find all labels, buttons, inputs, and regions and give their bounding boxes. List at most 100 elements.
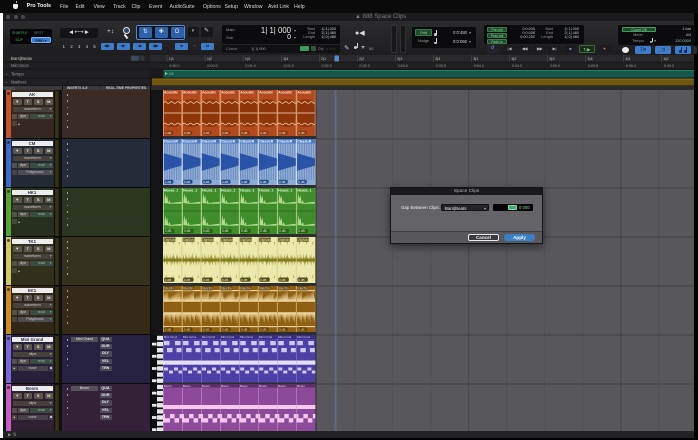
svg-text:0 dB: 0 dB <box>165 229 172 233</box>
svg-text:0 dB: 0 dB <box>298 131 304 135</box>
svg-text:ClassicR: ClassicR <box>202 140 217 144</box>
svg-text:ClassicR: ClassicR <box>298 140 313 144</box>
svg-text:Mini Grnd: Mini Grnd <box>278 335 291 339</box>
svg-text:Acoustic: Acoustic <box>202 91 216 95</box>
svg-text:0 dB: 0 dB <box>222 229 229 233</box>
svg-text:Acoustic: Acoustic <box>183 91 197 95</box>
svg-text:0 dB: 0 dB <box>165 131 171 135</box>
svg-text:0:00.0: 0:00.0 <box>169 64 179 68</box>
svg-text:0 dB: 0 dB <box>165 278 171 282</box>
svg-text:1|4: 1|4 <box>283 57 288 61</box>
svg-text:Electro_: Electro_ <box>298 287 310 291</box>
svg-text:2|4: 2|4 <box>435 57 440 61</box>
svg-text:0:02.0: 0:02.0 <box>322 64 332 68</box>
svg-text:0 dB: 0 dB <box>203 180 209 184</box>
svg-text:1|2: 1|2 <box>207 57 212 61</box>
svg-text:Acoustic: Acoustic <box>221 91 235 95</box>
svg-text:Acoustic: Acoustic <box>260 91 274 95</box>
svg-text:Acoustic: Acoustic <box>164 91 178 95</box>
svg-text:0 dB: 0 dB <box>203 131 209 135</box>
svg-text:0 dB: 0 dB <box>222 327 228 331</box>
svg-text:0 dB: 0 dB <box>184 131 190 135</box>
svg-text:0 dB: 0 dB <box>241 278 247 282</box>
svg-text:0:04.0: 0:04.0 <box>474 64 484 68</box>
svg-text:3|4: 3|4 <box>587 57 592 61</box>
svg-text:0:01.5: 0:01.5 <box>283 64 293 68</box>
svg-text:ClassicR: ClassicR <box>279 140 294 144</box>
svg-text:0 dB: 0 dB <box>222 278 228 282</box>
svg-text:DigSolo: DigSolo <box>241 238 253 242</box>
svg-text:0 dB: 0 dB <box>298 229 305 233</box>
svg-text:Mini Grnd: Mini Grnd <box>183 335 196 339</box>
svg-text:Boom: Boom <box>278 384 286 388</box>
svg-text:0:00.5: 0:00.5 <box>207 64 217 68</box>
svg-text:Mini Grnd: Mini Grnd <box>240 335 253 339</box>
svg-text:2|2: 2|2 <box>359 57 364 61</box>
svg-text:Mini Grnd: Mini Grnd <box>164 335 177 339</box>
svg-text:Electro_: Electro_ <box>260 287 272 291</box>
svg-text:ClassicR: ClassicR <box>164 140 179 144</box>
svg-text:0 dB: 0 dB <box>279 131 285 135</box>
svg-text:House_1: House_1 <box>279 189 293 193</box>
svg-text:2|1: 2|1 <box>321 57 326 61</box>
svg-text:Electro_: Electro_ <box>222 287 234 291</box>
svg-text:0 dB: 0 dB <box>298 180 304 184</box>
svg-text:Boom: Boom <box>240 384 248 388</box>
svg-text:0 dB: 0 dB <box>241 327 247 331</box>
svg-text:DigSolo: DigSolo <box>279 238 291 242</box>
svg-text:Boom: Boom <box>164 384 172 388</box>
svg-text:Electro_: Electro_ <box>279 287 291 291</box>
svg-text:0 dB: 0 dB <box>279 327 285 331</box>
svg-text:0 dB: 0 dB <box>184 327 190 331</box>
svg-text:0 dB: 0 dB <box>260 278 266 282</box>
svg-text:Mini Grnd: Mini Grnd <box>297 335 310 339</box>
svg-text:0 dB: 0 dB <box>298 327 304 331</box>
svg-text:0 dB: 0 dB <box>298 278 304 282</box>
svg-text:ClassicR: ClassicR <box>240 140 255 144</box>
svg-text:0 dB: 0 dB <box>165 180 171 184</box>
svg-text:0 dB: 0 dB <box>241 229 248 233</box>
svg-text:1|3: 1|3 <box>245 57 250 61</box>
svg-text:Mini Grnd: Mini Grnd <box>259 335 272 339</box>
svg-text:House_1: House_1 <box>221 189 235 193</box>
svg-text:DigSolo: DigSolo <box>203 238 215 242</box>
svg-text:House_1: House_1 <box>260 189 274 193</box>
svg-text:1|1: 1|1 <box>169 57 174 61</box>
svg-text:Boom: Boom <box>297 384 305 388</box>
svg-text:Acoustic: Acoustic <box>298 91 312 95</box>
svg-text:Tempo: Tempo <box>11 72 25 77</box>
svg-text:4|2: 4|2 <box>663 57 668 61</box>
svg-text:0:05.5: 0:05.5 <box>588 64 598 68</box>
svg-text:DigSolo: DigSolo <box>298 238 310 242</box>
svg-text:4|1: 4|1 <box>625 57 630 61</box>
svg-text:0 dB: 0 dB <box>260 327 266 331</box>
svg-text:Bars|Beats: Bars|Beats <box>11 56 32 61</box>
svg-text:120: 120 <box>169 72 175 76</box>
svg-text:0 dB: 0 dB <box>260 131 266 135</box>
svg-text:House_1: House_1 <box>202 189 216 193</box>
svg-text:0 dB: 0 dB <box>184 180 190 184</box>
svg-text:0:04.5: 0:04.5 <box>512 64 522 68</box>
svg-text:ClassicR: ClassicR <box>221 140 236 144</box>
svg-text:House_1: House_1 <box>183 189 197 193</box>
svg-text:0:01.0: 0:01.0 <box>245 64 255 68</box>
svg-text:0 dB: 0 dB <box>279 180 285 184</box>
svg-text:Boom: Boom <box>183 384 191 388</box>
svg-text:Boom: Boom <box>202 384 210 388</box>
svg-text:0 dB: 0 dB <box>203 278 209 282</box>
svg-text:Boom: Boom <box>221 384 229 388</box>
svg-text:Boom: Boom <box>259 384 267 388</box>
svg-text:0:05.0: 0:05.0 <box>550 64 560 68</box>
svg-text:Electro_: Electro_ <box>184 287 196 291</box>
svg-text:Min:Secs: Min:Secs <box>11 63 29 68</box>
svg-text:0:03.5: 0:03.5 <box>436 64 446 68</box>
svg-text:0 dB: 0 dB <box>241 131 247 135</box>
svg-text:Acoustic: Acoustic <box>279 91 293 95</box>
svg-text:Mini Grnd: Mini Grnd <box>202 335 215 339</box>
svg-text:0:03.0: 0:03.0 <box>398 64 408 68</box>
svg-text:Mini Grnd: Mini Grnd <box>221 335 234 339</box>
svg-text:DigSolo: DigSolo <box>260 238 272 242</box>
svg-text:0 dB: 0 dB <box>279 229 286 233</box>
svg-text:House_1: House_1 <box>164 189 178 193</box>
svg-text:3|1: 3|1 <box>473 57 478 61</box>
